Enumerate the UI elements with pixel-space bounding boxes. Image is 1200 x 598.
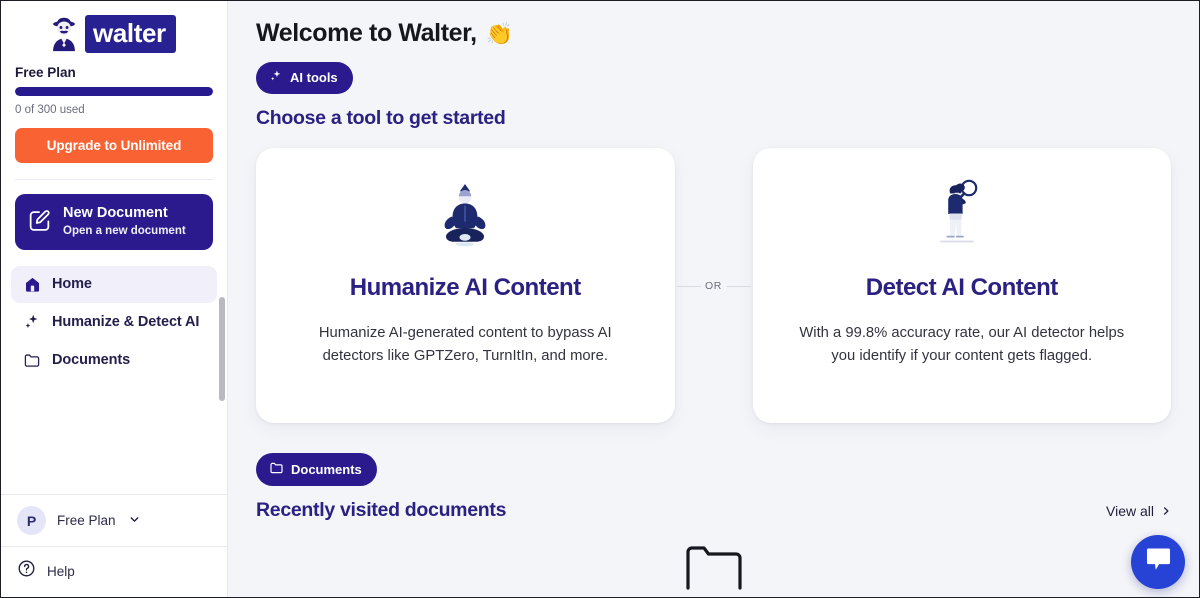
folder-icon [23, 351, 41, 369]
app-root: walter Free Plan 0 of 300 used Upgrade t… [0, 0, 1200, 598]
page-title: Welcome to Walter, 👏 [256, 1, 1171, 48]
card-title: Humanize AI Content [349, 274, 581, 301]
plan-usage-progress-fill [15, 87, 213, 96]
chevron-right-icon [1161, 503, 1171, 519]
detective-icon [45, 15, 83, 53]
pencil-square-icon [27, 208, 52, 236]
main-content: Welcome to Walter, 👏 AI tools Choose a t… [228, 1, 1199, 597]
welcome-text: Welcome to Walter, [256, 19, 477, 47]
or-label: OR [702, 279, 725, 292]
card-description: Humanize AI-generated content to bypass … [318, 325, 612, 365]
chat-widget-button[interactable] [1131, 535, 1185, 589]
sidebar-divider-top [15, 179, 213, 180]
documents-pill[interactable]: Documents [256, 453, 377, 486]
account-label: Free Plan [57, 513, 116, 528]
ai-tools-pill[interactable]: AI tools [256, 62, 353, 94]
card-title: Detect AI Content [865, 274, 1058, 301]
help-item[interactable]: Help [1, 547, 227, 597]
logo-wordmark: walter [85, 15, 176, 53]
chat-bubble-icon [1145, 547, 1172, 577]
sidebar: walter Free Plan 0 of 300 used Upgrade t… [1, 1, 228, 597]
avatar: P [17, 506, 46, 535]
person-with-magnifier-icon [936, 178, 988, 248]
waving-hand-icon: 👏 [485, 20, 513, 46]
plan-usage-text: 0 of 300 used [15, 104, 85, 116]
meditating-person-icon [433, 178, 497, 248]
sidebar-nav: Home Humanize & Detect AI Documents [1, 265, 227, 379]
sparkle-icon [269, 69, 283, 86]
folder-icon [269, 460, 284, 478]
logo[interactable]: walter [15, 1, 213, 63]
section-heading: Choose a tool to get started [256, 107, 506, 129]
account-switcher[interactable]: P Free Plan [1, 495, 227, 546]
ai-tools-pill-label: AI tools [290, 70, 338, 85]
question-circle-icon [17, 559, 36, 583]
home-icon [23, 276, 41, 293]
documents-heading: Recently visited documents [256, 499, 507, 521]
sidebar-item-documents[interactable]: Documents [11, 341, 217, 379]
documents-pill-label: Documents [291, 461, 362, 477]
view-all-link[interactable]: View all [1106, 503, 1171, 522]
chevron-down-icon [129, 512, 140, 530]
sidebar-top: walter Free Plan 0 of 300 used Upgrade t… [1, 1, 227, 180]
sidebar-item-label: Humanize & Detect AI [52, 313, 200, 330]
card-description: With a 99.8% accuracy rate, our AI detec… [799, 325, 1125, 365]
documents-section-header: Documents Recently visited documents Vie… [256, 453, 1171, 522]
or-separator: OR [675, 148, 753, 423]
sidebar-item-humanize-detect-ai[interactable]: Humanize & Detect AI [11, 303, 217, 341]
upgrade-button[interactable]: Upgrade to Unlimited [15, 128, 213, 163]
new-document-subtitle: Open a new document [63, 224, 186, 237]
sidebar-item-home[interactable]: Home [11, 265, 217, 303]
plan-usage-progress [15, 87, 213, 96]
folder-outline-icon [685, 544, 743, 597]
view-all-label: View all [1106, 503, 1154, 519]
plan-name: Free Plan [15, 65, 76, 80]
documents-empty-state [256, 544, 1171, 597]
card-humanize-ai-content[interactable]: Humanize AI Content Humanize AI-generate… [256, 148, 675, 423]
help-label: Help [47, 563, 75, 579]
card-detect-ai-content[interactable]: Detect AI Content With a 99.8% accuracy … [752, 148, 1171, 423]
new-document-title: New Document [63, 205, 168, 221]
new-document-text: New Document Open a new document [63, 205, 186, 239]
sidebar-item-label: Documents [52, 351, 131, 368]
sidebar-item-label: Home [52, 276, 92, 293]
sidebar-scrollbar[interactable] [219, 297, 225, 401]
new-document-button[interactable]: New Document Open a new document [15, 194, 213, 250]
tool-cards: Humanize AI Content Humanize AI-generate… [256, 148, 1171, 423]
sparkle-icon [23, 313, 41, 331]
documents-section-left: Documents Recently visited documents [256, 453, 506, 522]
